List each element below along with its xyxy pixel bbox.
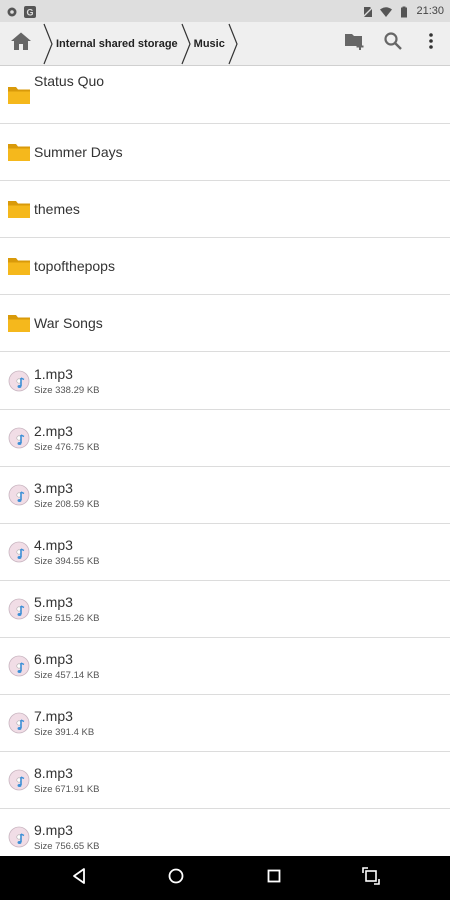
list-item-folder[interactable]: Summer Days (0, 124, 450, 182)
file-name: 6.mp3 (34, 650, 73, 667)
folder-name: themes (34, 201, 80, 218)
file-list[interactable]: Status Quo Summer Days themes topofthepo… (0, 67, 450, 856)
navigation-bar (0, 856, 450, 900)
back-button[interactable] (59, 858, 99, 898)
list-item-file[interactable]: 8.mp3 Size 671.91 KB (0, 752, 450, 810)
list-item-file[interactable]: 2.mp3 Size 476.75 KB (0, 410, 450, 467)
list-item-file[interactable]: 7.mp3 Size 391.4 KB (0, 695, 450, 753)
more-vert-icon (428, 32, 434, 55)
audio-file-icon (6, 824, 32, 850)
settings-gear-icon (6, 5, 18, 17)
home-nav-button[interactable] (156, 858, 196, 898)
new-folder-icon (344, 31, 366, 56)
svg-text:G: G (26, 8, 33, 18)
audio-file-icon (6, 425, 32, 451)
list-item-folder[interactable]: themes (0, 181, 450, 239)
breadcrumb-item-internal-storage[interactable]: Internal shared storage (54, 22, 180, 66)
audio-file-icon (6, 482, 32, 508)
more-options-button[interactable] (412, 22, 450, 66)
search-icon (383, 31, 403, 56)
audio-file-icon (6, 653, 32, 679)
audio-file-icon (6, 539, 32, 565)
folder-icon (6, 310, 32, 336)
list-item-file[interactable]: 1.mp3 Size 338.29 KB (0, 352, 450, 410)
file-size: Size 457.14 KB (34, 669, 100, 681)
rotate-screen-button[interactable] (351, 858, 391, 898)
list-item-folder[interactable]: War Songs (0, 295, 450, 353)
file-size: Size 756.65 KB (34, 841, 100, 853)
folder-icon (6, 196, 32, 222)
list-item-folder[interactable]: Status Quo (0, 67, 450, 125)
file-name: 5.mp3 (34, 593, 73, 610)
recents-square-icon (266, 868, 282, 889)
list-item-file[interactable]: 4.mp3 Size 394.55 KB (0, 524, 450, 581)
folder-name: topofthepops (34, 258, 115, 275)
list-item-file[interactable]: 6.mp3 Size 457.14 KB (0, 638, 450, 696)
file-name: 9.mp3 (34, 822, 73, 839)
file-name: 4.mp3 (34, 536, 73, 553)
clock: 21:30 (416, 5, 444, 17)
folder-icon (6, 253, 32, 279)
file-size: Size 394.55 KB (34, 555, 100, 567)
file-size: Size 515.26 KB (34, 612, 100, 624)
file-size: Size 671.91 KB (34, 784, 100, 796)
chevron-right-icon (227, 22, 239, 66)
battery-icon (398, 5, 410, 18)
file-name: 3.mp3 (34, 479, 73, 496)
file-name: 7.mp3 (34, 708, 73, 725)
no-sim-icon (362, 5, 374, 18)
chevron-right-icon (42, 22, 54, 66)
wifi-icon (380, 5, 393, 17)
breadcrumb-item-music[interactable]: Music (192, 22, 227, 66)
file-size: Size 208.59 KB (34, 498, 100, 510)
list-item-folder[interactable]: topofthepops (0, 238, 450, 296)
folder-icon (6, 82, 32, 108)
file-size: Size 476.75 KB (34, 441, 100, 453)
audio-file-icon (6, 596, 32, 622)
home-icon (10, 31, 32, 56)
file-size: Size 391.4 KB (34, 727, 95, 739)
breadcrumb-toolbar: Internal shared storage Music (0, 22, 450, 66)
file-size: Size 338.29 KB (34, 384, 100, 396)
folder-name: Status Quo (34, 73, 105, 90)
list-item-file[interactable]: 5.mp3 Size 515.26 KB (0, 581, 450, 638)
recents-button[interactable] (254, 858, 294, 898)
audio-file-icon (6, 767, 32, 793)
search-button[interactable] (374, 22, 412, 66)
google-g-icon: G (24, 5, 36, 18)
new-folder-button[interactable] (336, 22, 374, 66)
folder-name: War Songs (34, 315, 103, 332)
list-item-file[interactable]: 3.mp3 Size 208.59 KB (0, 467, 450, 524)
file-name: 8.mp3 (34, 765, 73, 782)
status-bar: G 21:30 (0, 0, 450, 22)
file-name: 1.mp3 (34, 365, 73, 382)
audio-file-icon (6, 368, 32, 394)
back-triangle-icon (71, 867, 87, 890)
list-item-file[interactable]: 9.mp3 Size 756.65 KB (0, 809, 450, 856)
folder-icon (6, 139, 32, 165)
chevron-right-icon (180, 22, 192, 66)
audio-file-icon (6, 710, 32, 736)
rotate-screen-icon (362, 866, 381, 890)
home-circle-icon (167, 867, 185, 890)
folder-name: Summer Days (34, 144, 123, 161)
file-name: 2.mp3 (34, 422, 73, 439)
home-button[interactable] (0, 22, 42, 66)
